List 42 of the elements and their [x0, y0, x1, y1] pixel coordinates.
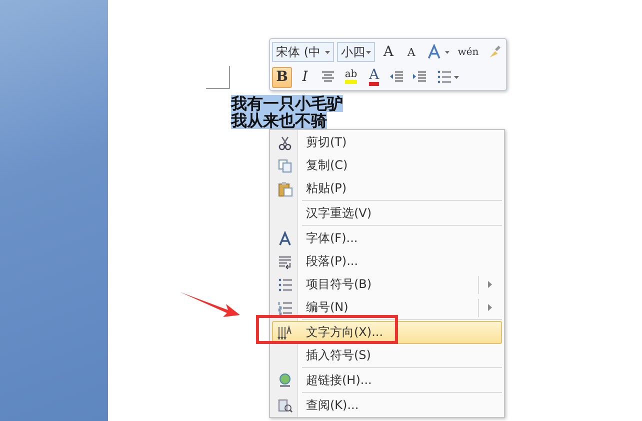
letter-a-icon — [277, 230, 293, 246]
shrink-font-button[interactable]: A — [401, 42, 422, 62]
caret-icon — [454, 76, 459, 78]
menu-item[interactable]: 文字方向(X)... — [272, 321, 502, 344]
phonetic-guide-button[interactable]: wén — [456, 42, 481, 62]
menu-item[interactable]: 项目符号(B) — [272, 273, 502, 296]
indent-icon — [413, 71, 427, 83]
highlight-button[interactable]: ab — [341, 66, 361, 88]
menu-item[interactable]: 超链接(H)... — [272, 369, 502, 392]
numbered-list-icon — [277, 300, 293, 316]
outdent-icon — [390, 71, 404, 83]
book-magnifier-icon — [277, 398, 293, 414]
menu-item[interactable]: 复制(C) — [272, 154, 502, 177]
menu-item[interactable]: 剪切(T) — [272, 131, 502, 154]
font-name-dropdown[interactable]: 宋体 (中 — [272, 42, 334, 62]
font-size-dropdown[interactable]: 小四 — [336, 42, 376, 62]
copy-icon — [277, 158, 293, 174]
clipboard-icon — [277, 180, 293, 196]
bullet-list-icon — [277, 276, 293, 292]
font-color-button[interactable]: A — [364, 66, 384, 88]
caret-icon — [324, 50, 330, 54]
menu-item[interactable]: 粘贴(P) — [272, 177, 502, 200]
center-align-icon — [321, 71, 335, 83]
paragraph-icon — [277, 254, 293, 270]
bold-button[interactable]: B — [272, 66, 292, 88]
margin-corner-mark — [206, 66, 230, 89]
menu-item[interactable]: 字体(F)... — [272, 227, 502, 250]
submenu-arrow-icon — [488, 304, 492, 311]
menu-item[interactable]: 段落(P)... — [272, 250, 502, 273]
caret-icon — [445, 50, 450, 54]
caret-icon — [366, 50, 372, 54]
menu-item[interactable]: 汉字重选(V) — [272, 202, 502, 225]
grow-font-button[interactable]: A — [378, 42, 398, 62]
text-direction-icon — [277, 324, 293, 340]
menu-item[interactable]: 编号(N) — [272, 296, 502, 319]
menu-item[interactable]: 查阅(K)... — [272, 394, 502, 417]
globe-link-icon — [277, 372, 293, 388]
scissors-icon — [277, 134, 293, 150]
menu-item[interactable]: 插入符号(S) — [272, 344, 502, 367]
italic-button[interactable]: I — [295, 66, 315, 88]
bullet-list-icon — [436, 69, 452, 85]
submenu-arrow-icon — [488, 281, 492, 288]
